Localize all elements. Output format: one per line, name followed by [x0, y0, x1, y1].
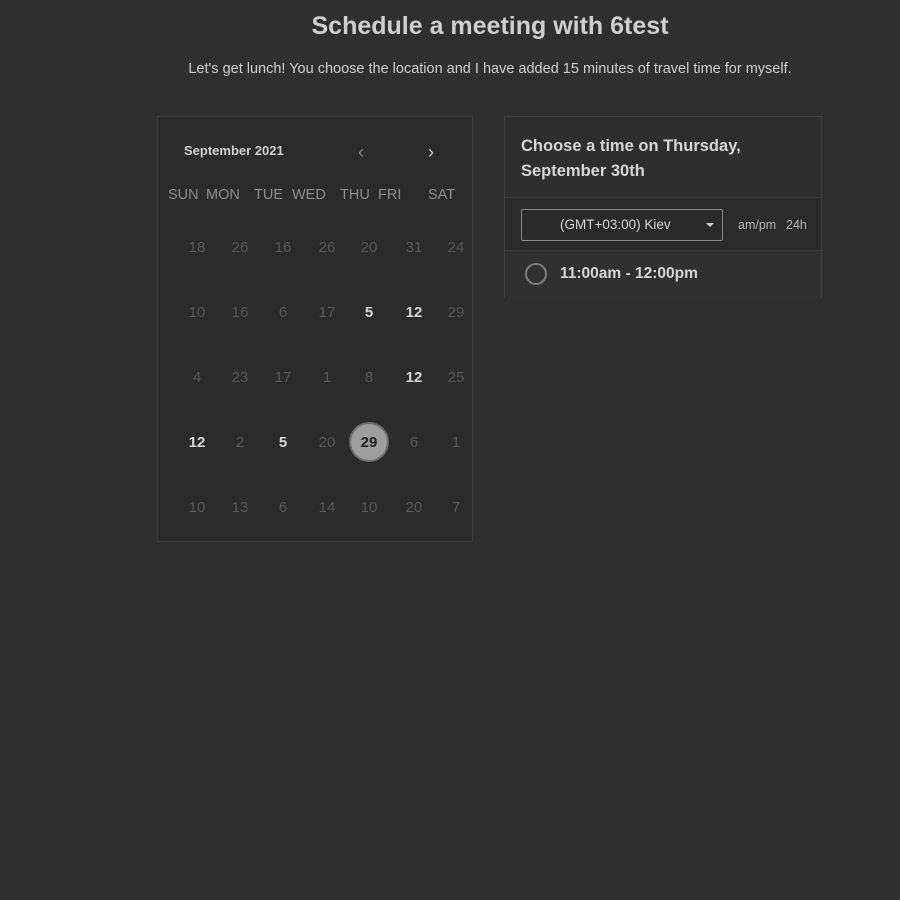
calendar-day: 17 [318, 303, 336, 321]
weekday-label: WED [292, 187, 326, 203]
caret-down-icon [706, 223, 714, 227]
calendar-day: 20 [318, 433, 336, 451]
calendar-day: 16 [231, 303, 249, 321]
calendar-day-available[interactable]: 12 [177, 422, 217, 462]
calendar-day: 10 [360, 498, 378, 516]
calendar-day: 23 [231, 368, 249, 386]
page-subtitle: Let's get lunch! You choose the location… [188, 61, 792, 77]
calendar-day: 6 [409, 433, 419, 451]
calendar-day: 26 [231, 238, 249, 256]
time-panel-header: Choose a time on Thursday, September 30t… [505, 117, 821, 198]
format-ampm-toggle[interactable]: am/pm [738, 218, 776, 232]
calendar-day: 29 [447, 303, 465, 321]
radio-icon[interactable] [525, 263, 547, 285]
weekday-header: SUN MON TUE WED THU FRI SAT [168, 187, 470, 203]
calendar-day: 10 [188, 303, 206, 321]
calendar-day: 13 [231, 498, 249, 516]
weekday-label: TUE [254, 187, 283, 203]
calendar-day: 1 [451, 433, 461, 451]
weekday-label: SAT [428, 187, 456, 203]
calendar-day: 17 [274, 368, 292, 386]
calendar-day: 4 [192, 368, 202, 386]
time-panel-title: Choose a time on Thursday, September 30t… [521, 137, 741, 180]
calendar-day: 24 [447, 238, 465, 256]
format-24h-toggle[interactable]: 24h [786, 218, 807, 232]
page-title: Schedule a meeting with 6test [311, 12, 669, 40]
time-slot-option[interactable]: 11:00am - 12:00pm [505, 250, 821, 298]
chevron-right-icon[interactable]: › [422, 143, 440, 163]
calendar-day-available[interactable]: 5 [349, 292, 389, 332]
calendar-day-available[interactable]: 12 [394, 292, 434, 332]
calendar-day: 18 [188, 238, 206, 256]
weekday-label: THU [340, 187, 370, 203]
calendar-day: 6 [278, 303, 288, 321]
calendar-day: 2 [235, 433, 245, 451]
calendar-day: 7 [451, 498, 461, 516]
calendar-day: 8 [364, 368, 374, 386]
calendar-day-available[interactable]: 5 [263, 422, 303, 462]
calendar-day: 26 [318, 238, 336, 256]
calendar-day-selected[interactable]: 29 [349, 422, 389, 462]
weekday-label: MON [206, 187, 240, 203]
chevron-left-icon[interactable]: ‹ [352, 143, 370, 163]
weekday-label: SUN [168, 187, 199, 203]
timezone-select[interactable]: (GMT+03:00) Kiev [521, 209, 723, 241]
calendar-day: 6 [278, 498, 288, 516]
calendar-day: 10 [188, 498, 206, 516]
time-slot-label: 11:00am - 12:00pm [560, 265, 698, 282]
calendar-day: 20 [405, 498, 423, 516]
calendar-card: September 2021 ‹ › SUN MON TUE WED THU F… [157, 116, 473, 542]
calendar-day: 20 [360, 238, 378, 256]
weekday-label: FRI [378, 187, 402, 203]
calendar-day: 1 [322, 368, 332, 386]
timezone-value: (GMT+03:00) Kiev [560, 217, 671, 232]
calendar-day: 31 [405, 238, 423, 256]
calendar-month-label: September 2021 [184, 143, 284, 158]
time-selection-card: Choose a time on Thursday, September 30t… [504, 116, 822, 298]
calendar-day-available[interactable]: 12 [394, 357, 434, 397]
calendar-day: 14 [318, 498, 336, 516]
calendar-day: 25 [447, 368, 465, 386]
calendar-day: 16 [274, 238, 292, 256]
